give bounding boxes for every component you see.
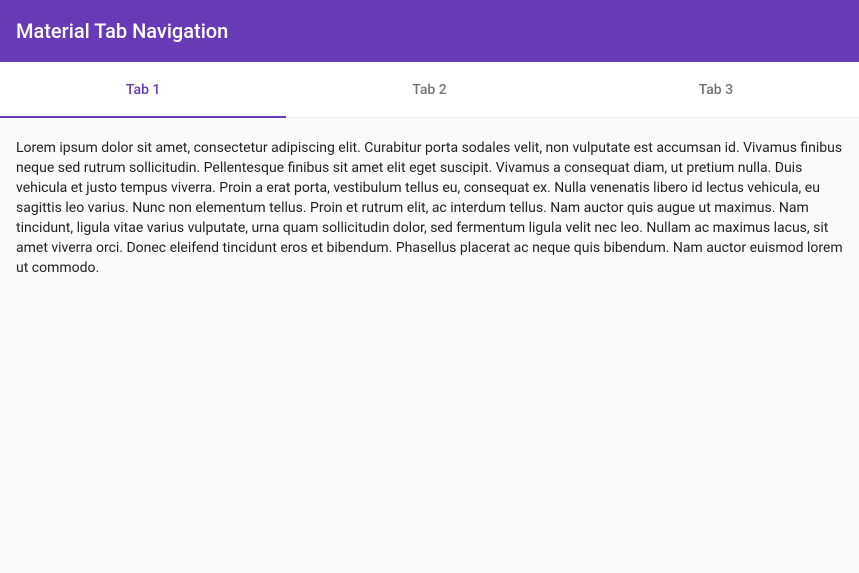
tab-label: Tab 2 (412, 82, 446, 98)
page-title: Material Tab Navigation (16, 19, 843, 43)
tab-1[interactable]: Tab 1 (0, 62, 286, 117)
tab-2[interactable]: Tab 2 (286, 62, 572, 117)
content-paragraph: Lorem ipsum dolor sit amet, consectetur … (16, 138, 843, 278)
tab-bar: Tab 1 Tab 2 Tab 3 (0, 62, 859, 118)
tab-content: Lorem ipsum dolor sit amet, consectetur … (0, 118, 859, 298)
app-header: Material Tab Navigation (0, 0, 859, 62)
tab-3[interactable]: Tab 3 (573, 62, 859, 117)
tab-label: Tab 1 (126, 82, 160, 98)
tab-label: Tab 3 (699, 82, 733, 98)
